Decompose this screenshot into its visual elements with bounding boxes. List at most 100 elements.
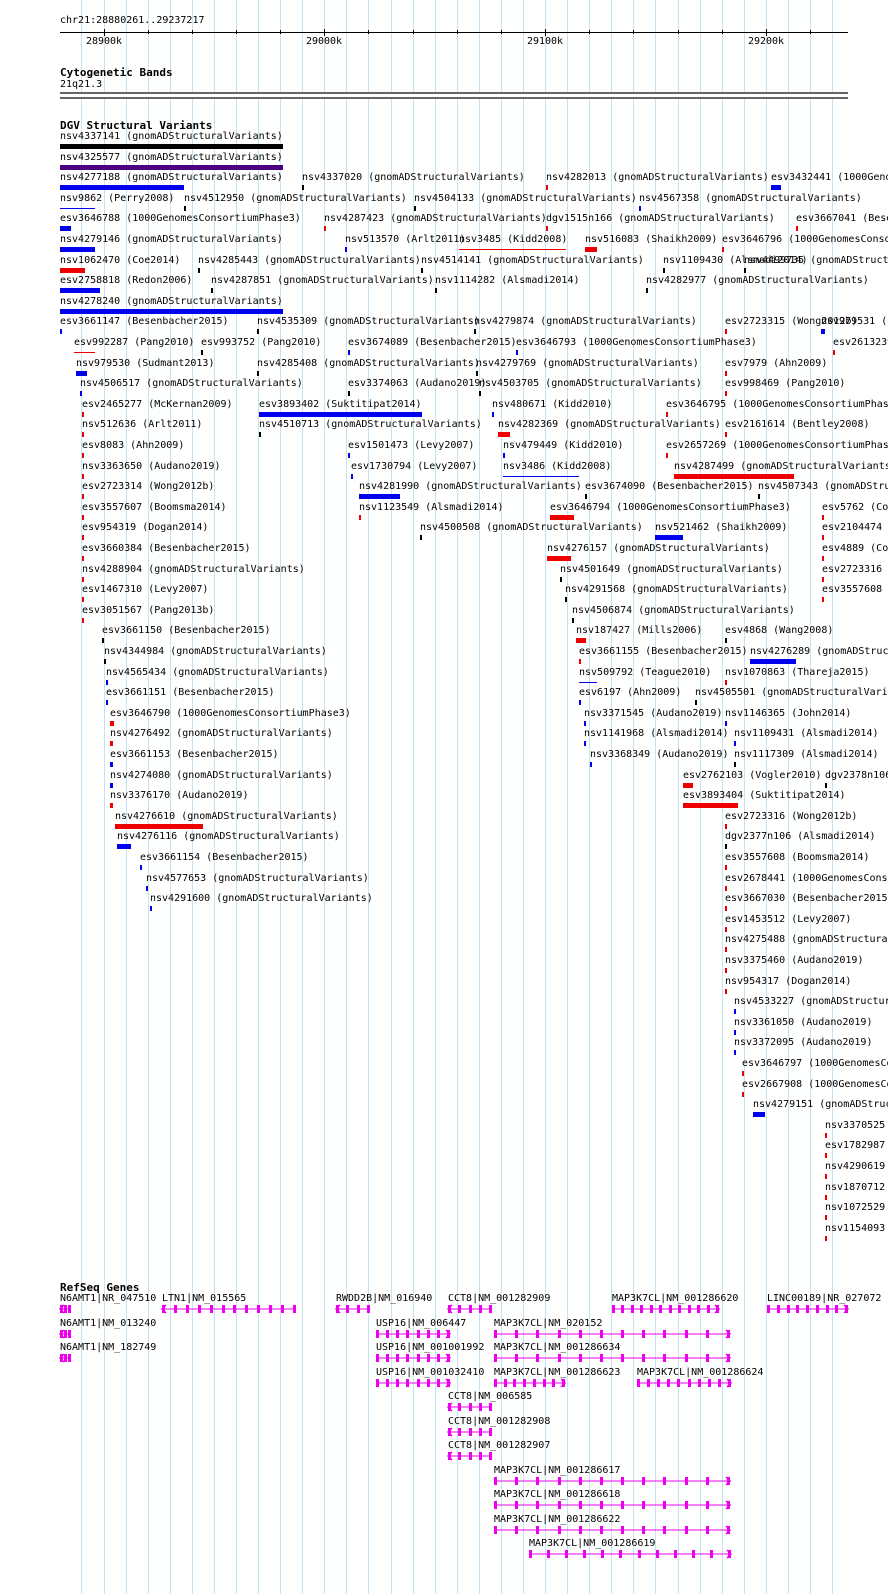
dgv-feature[interactable]: nsv4279874 (gnomADStructuralVariants) xyxy=(474,316,697,336)
dgv-feature[interactable]: nsv509792 (Teague2010) xyxy=(579,667,711,687)
refseq-gene[interactable]: N6AMT1|NM_182749 xyxy=(58,1342,156,1364)
dgv-feature[interactable]: nsv4287499 (gnomADStructuralVariants) xyxy=(674,461,888,481)
dgv-feature[interactable]: nsv4514141 (gnomADStructuralVariants) xyxy=(421,255,644,275)
dgv-feature[interactable]: nsv4505501 (gnomADStructuralVariants) xyxy=(695,687,888,707)
dgv-feature[interactable]: nsv4535309 (gnomADStructuralVariants) xyxy=(257,316,480,336)
dgv-feature[interactable]: nsv3372095 (Audano2019) xyxy=(734,1037,872,1057)
dgv-feature[interactable]: nsv4275488 (gnomADStructuralVariants) xyxy=(725,934,888,954)
dgv-feature[interactable]: nsv4291600 (gnomADStructuralVariants) xyxy=(150,893,373,913)
dgv-feature[interactable]: nsv4567358 (gnomADStructuralVariants) xyxy=(639,193,862,213)
dgv-feature[interactable]: nsv4279146 (gnomADStructuralVariants) xyxy=(60,234,283,254)
dgv-feature[interactable]: nsv1072529 (Thareja2015) xyxy=(825,1202,888,1222)
refseq-gene[interactable]: CCT8|NM_001282907 xyxy=(446,1440,550,1462)
dgv-feature[interactable]: esv6197 (Ahn2009) xyxy=(579,687,681,707)
dgv-feature[interactable]: nsv979531 (Sudmant2013) xyxy=(821,316,888,336)
dgv-feature[interactable]: esv3893402 (Suktitipat2014) xyxy=(259,399,422,419)
dgv-feature[interactable]: nsv4290619 (gnomADStructuralVariants) xyxy=(825,1161,888,1181)
dgv-feature[interactable]: nsv4281990 (gnomADStructuralVariants) xyxy=(359,481,582,501)
dgv-feature[interactable]: nsv4287423 (gnomADStructuralVariants) xyxy=(324,213,547,233)
refseq-gene[interactable]: LINC00189|NR_027072 xyxy=(767,1293,881,1315)
dgv-feature[interactable]: nsv3375460 (Audano2019) xyxy=(725,955,863,975)
dgv-feature[interactable]: nsv1117309 (Alsmadi2014) xyxy=(734,749,879,769)
dgv-feature[interactable]: nsv3368349 (Audano2019) xyxy=(590,749,728,769)
dgv-feature[interactable]: nsv4533227 (gnomADStructuralVariants) xyxy=(734,996,888,1016)
dgv-feature[interactable]: nsv4277188 (gnomADStructuralVariants) xyxy=(60,172,283,192)
dgv-feature[interactable]: esv7979 (Ahn2009) xyxy=(725,358,827,378)
dgv-feature[interactable]: nsv4287851 (gnomADStructuralVariants) xyxy=(211,275,434,295)
dgv-feature[interactable]: nsv4504133 (gnomADStructuralVariants) xyxy=(414,193,637,213)
dgv-feature[interactable]: esv998469 (Pang2010) xyxy=(725,378,845,398)
dgv-feature[interactable]: nsv3485 (Kidd2008) xyxy=(459,234,567,254)
refseq-gene[interactable]: MAP3K7CL|NM_001286618 xyxy=(494,1489,732,1511)
dgv-feature[interactable]: nsv4337020 (gnomADStructuralVariants) xyxy=(302,172,525,192)
dgv-feature[interactable]: esv3051567 (Pang2013b) xyxy=(82,605,214,625)
refseq-gene[interactable]: N6AMT1|NM_013240 xyxy=(58,1318,156,1340)
dgv-feature[interactable]: esv3661151 (Besenbacher2015) xyxy=(106,687,275,707)
dgv-feature[interactable]: esv992287 (Pang2010) xyxy=(74,337,194,357)
dgv-feature[interactable]: esv1467310 (Levy2007) xyxy=(82,584,208,604)
dgv-feature[interactable]: esv1453512 (Levy2007) xyxy=(725,914,851,934)
dgv-feature[interactable]: nsv1154093 (Alsmadi2014) xyxy=(825,1223,888,1243)
dgv-feature[interactable]: nsv187427 (Mills2006) xyxy=(576,625,702,645)
refseq-gene[interactable]: MAP3K7CL|NM_001286622 xyxy=(494,1514,732,1536)
dgv-feature[interactable]: esv3646788 (1000GenomesConsortiumPhase3) xyxy=(60,213,301,233)
dgv-feature[interactable]: esv993752 (Pang2010) xyxy=(201,337,321,357)
dgv-feature[interactable]: esv1730794 (Levy2007) xyxy=(351,461,477,481)
dgv-feature[interactable]: nsv4325577 (gnomADStructuralVariants) xyxy=(60,152,283,172)
refseq-gene[interactable]: MAP3K7CL|NM_001286634 xyxy=(494,1342,732,1364)
dgv-feature[interactable]: esv2657269 (1000GenomesConsortiumPhase3) xyxy=(666,440,888,460)
refseq-gene[interactable]: RWDD2B|NM_016940 xyxy=(334,1293,432,1315)
dgv-feature[interactable]: nsv4499735 (gnomADStructuralVariants) xyxy=(744,255,888,275)
dgv-feature[interactable]: esv2723316 (Wong2012b) xyxy=(822,564,888,584)
refseq-gene[interactable]: MAP3K7CL|NM_020152 xyxy=(494,1318,732,1340)
dgv-feature[interactable]: nsv3376170 (Audano2019) xyxy=(110,790,248,810)
dgv-feature[interactable]: esv2161614 (Bentley2008) xyxy=(725,419,870,439)
dgv-feature[interactable]: esv1501473 (Levy2007) xyxy=(348,440,474,460)
dgv-feature[interactable]: nsv4291568 (gnomADStructuralVariants) xyxy=(565,584,788,604)
dgv-feature[interactable]: dgv2377n106 (Alsmadi2014) xyxy=(725,831,876,851)
dgv-feature[interactable]: nsv4288904 (gnomADStructuralVariants) xyxy=(82,564,305,584)
dgv-feature[interactable]: nsv4276116 (gnomADStructuralVariants) xyxy=(117,831,340,851)
dgv-feature[interactable]: dgv1515n166 (gnomADStructuralVariants) xyxy=(546,213,775,233)
dgv-feature[interactable]: esv2465277 (McKernan2009) xyxy=(82,399,233,419)
refseq-gene[interactable]: MAP3K7CL|NM_001286619 xyxy=(529,1538,733,1560)
refseq-gene[interactable]: MAP3K7CL|NM_001286624 xyxy=(637,1367,763,1389)
dgv-feature[interactable]: esv954319 (Dogan2014) xyxy=(82,522,208,542)
dgv-feature[interactable]: nsv4279151 (gnomADStructuralVariants) xyxy=(753,1099,888,1119)
dgv-feature[interactable]: esv3432441 (1000GenomesConsortiumPhase3) xyxy=(771,172,888,192)
dgv-feature[interactable]: esv4868 (Wang2008) xyxy=(725,625,833,645)
dgv-feature[interactable]: nsv4344984 (gnomADStructuralVariants) xyxy=(104,646,327,666)
dgv-feature[interactable]: nsv4565434 (gnomADStructuralVariants) xyxy=(106,667,329,687)
dgv-feature[interactable]: nsv4282369 (gnomADStructuralVariants) xyxy=(498,419,721,439)
dgv-feature[interactable]: esv3674089 (Besenbacher2015) xyxy=(348,337,517,357)
dgv-feature[interactable]: nsv4276157 (gnomADStructuralVariants) xyxy=(547,543,770,563)
dgv-feature[interactable]: esv2104474 (Conrad2009) xyxy=(822,522,888,542)
dgv-feature[interactable]: esv3557608 (Boomsma2014) xyxy=(725,852,870,872)
refseq-gene[interactable]: USP16|NM_001001992 xyxy=(376,1342,484,1364)
dgv-feature[interactable]: nsv4510713 (gnomADStructuralVariants) xyxy=(259,419,482,439)
dgv-feature[interactable]: nsv9862 (Perry2008) xyxy=(60,193,174,213)
dgv-feature[interactable]: nsv979530 (Sudmant2013) xyxy=(76,358,214,378)
dgv-feature[interactable]: esv2723314 (Wong2012b) xyxy=(82,481,214,501)
dgv-feature[interactable]: esv2613239 (1000GenomesConsortiumPhase3) xyxy=(833,337,888,357)
dgv-feature[interactable]: esv3374063 (Audano2019) xyxy=(348,378,486,398)
refseq-gene[interactable]: USP16|NM_001032410 xyxy=(376,1367,484,1389)
dgv-feature[interactable]: nsv480671 (Kidd2010) xyxy=(492,399,612,419)
dgv-feature[interactable]: esv3661154 (Besenbacher2015) xyxy=(140,852,309,872)
dgv-feature[interactable]: nsv521462 (Shaikh2009) xyxy=(655,522,787,542)
dgv-feature[interactable]: nsv4577653 (gnomADStructuralVariants) xyxy=(146,873,369,893)
dgv-feature[interactable]: nsv3371545 (Audano2019) xyxy=(584,708,722,728)
dgv-feature[interactable]: dgv2378n106 (Alsmadi2014) xyxy=(825,770,888,790)
dgv-feature[interactable]: esv2667908 (1000GenomesConsortiumPhase3) xyxy=(742,1079,888,1099)
dgv-feature[interactable]: esv3557607 (Boomsma2014) xyxy=(82,502,227,522)
dgv-feature[interactable]: nsv3370525 (Audano2019) xyxy=(825,1120,888,1140)
dgv-feature[interactable]: nsv1109431 (Alsmadi2014) xyxy=(734,728,879,748)
refseq-gene[interactable]: CCT8|NM_001282908 xyxy=(446,1416,550,1438)
refseq-gene[interactable]: USP16|NM_006447 xyxy=(376,1318,466,1340)
refseq-gene[interactable]: CCT8|NM_001282909 xyxy=(446,1293,550,1315)
refseq-gene[interactable]: MAP3K7CL|NM_001286623 xyxy=(494,1367,620,1389)
dgv-feature[interactable]: nsv1123549 (Alsmadi2014) xyxy=(359,502,504,522)
dgv-feature[interactable]: nsv4503705 (gnomADStructuralVariants) xyxy=(479,378,702,398)
refseq-gene[interactable]: MAP3K7CL|NM_001286620 xyxy=(612,1293,738,1315)
dgv-feature[interactable]: nsv4274080 (gnomADStructuralVariants) xyxy=(110,770,333,790)
